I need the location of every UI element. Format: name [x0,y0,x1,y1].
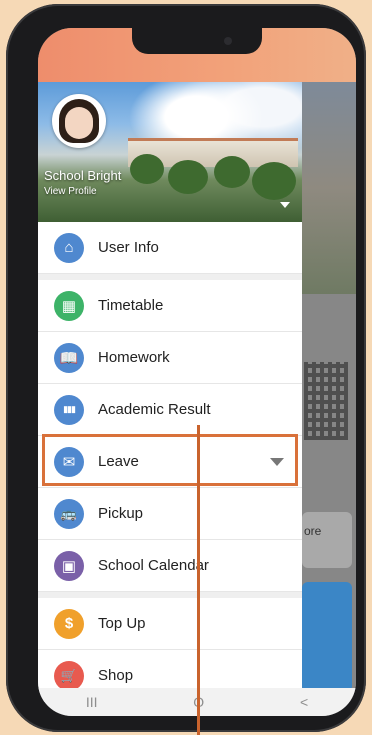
tree-image [214,156,250,188]
background-more-button: ore [302,512,352,568]
profile-header[interactable]: School Bright View Profile [38,82,302,222]
menu-item-user-info[interactable]: ⌂ User Info [38,222,302,274]
highlight-box [42,434,298,486]
caret-down-icon[interactable] [280,202,290,208]
tree-image [168,160,208,194]
bar-chart-icon: ▮▮▮ [54,394,84,425]
bus-icon: 🚌 [54,498,84,529]
view-profile-link[interactable]: View Profile [44,186,97,197]
avatar[interactable] [52,94,106,148]
camera-icon [224,37,232,45]
menu-item-top-up[interactable]: $ Top Up [38,598,302,650]
home-icon: ⌂ [54,232,84,263]
avatar-face [65,107,93,139]
menu-item-label: Top Up [98,615,146,632]
background-app: ore [302,82,356,702]
calendar-icon: ▣ [54,550,84,581]
menu-item-school-calendar[interactable]: ▣ School Calendar [38,540,302,592]
menu-item-label: Shop [98,667,134,684]
menu-item-homework[interactable]: 📖 Homework [38,332,302,384]
menu-item-timetable[interactable]: ▦ Timetable [38,280,302,332]
camera-notch [132,28,262,54]
cart-icon: 🛒 [54,660,84,691]
dollar-icon: $ [54,608,84,639]
menu-item-academic-result[interactable]: ▮▮▮ Academic Result [38,384,302,436]
tree-image [130,154,164,184]
callout-line [197,425,200,735]
back-button[interactable]: < [300,694,308,710]
menu-item-pickup[interactable]: 🚌 Pickup [38,488,302,540]
phone-frame: ore School Bright View Profile ⌂ User In… [6,4,366,732]
tree-image [252,162,296,200]
recent-apps-button[interactable]: III [86,694,98,710]
navigation-drawer: School Bright View Profile ⌂ User Info ▦… [38,82,302,702]
menu-item-label: Timetable [98,297,164,314]
menu-item-label: Homework [98,349,170,366]
menu-item-label: Academic Result [98,401,211,418]
menu-item-label: Pickup [98,505,144,522]
background-photo [302,82,356,294]
menu-item-label: School Calendar [98,557,209,574]
profile-name: School Bright [44,168,122,183]
book-icon: 📖 [54,342,84,373]
qr-code-icon [304,362,348,440]
background-shop-card [302,582,352,692]
calendar-grid-icon: ▦ [54,290,84,321]
menu-item-label: User Info [98,239,159,256]
